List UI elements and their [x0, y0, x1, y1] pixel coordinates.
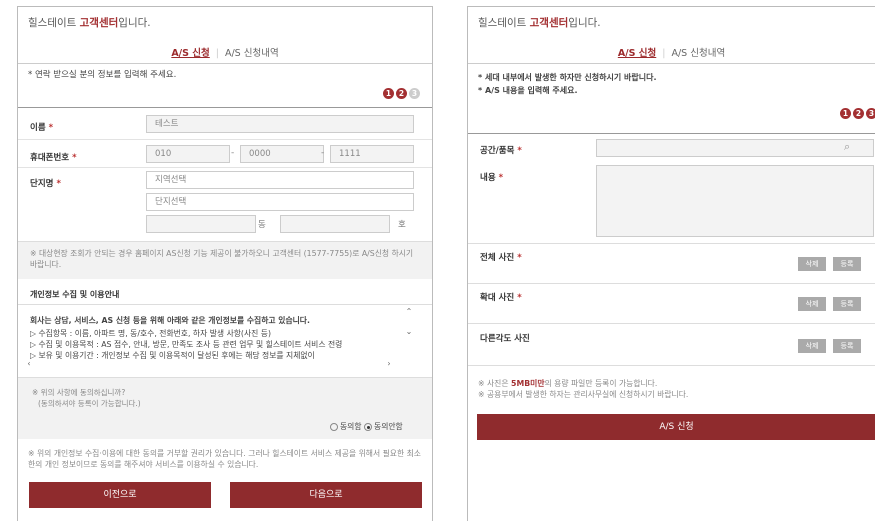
- name-label: 이름 *: [30, 123, 54, 133]
- consent-footer-note: ※ 위의 개인정보 수집·이용에 대한 동의를 거부할 권리가 있습니다. 그러…: [28, 449, 421, 469]
- title-highlight: 고객센터: [529, 17, 569, 29]
- as-content-panel: 힐스테이트 고객센터입니다. A/S 신청 | A/S 신청내역 * 세대 내부에서…: [467, 6, 875, 521]
- tab-as-history[interactable]: A/S 신청내역: [671, 48, 725, 59]
- divider: [18, 139, 432, 140]
- photo-other-register-button[interactable]: 등록: [833, 339, 861, 353]
- photo-other-label: 다른각도 사진: [480, 334, 530, 344]
- step-1: 1: [840, 108, 851, 119]
- tab-as-request[interactable]: A/S 신청: [171, 48, 209, 59]
- privacy-line: 회사는 상담, 서비스, AS 신청 등을 위해 아래와 같은 개인정보를 수집…: [30, 316, 310, 325]
- agree-question-sub: (동의하셔야 등록이 가능합니다.): [38, 399, 141, 408]
- title-highlight: 고객센터: [79, 17, 119, 29]
- page-title: 힐스테이트 고객센터입니다.: [28, 15, 151, 30]
- divider: [468, 365, 875, 366]
- title-prefix: 힐스테이트: [28, 17, 80, 29]
- complex-label: 단지명 *: [30, 179, 61, 189]
- photo-full-register-button[interactable]: 등록: [833, 257, 861, 271]
- contact-info-panel: 힐스테이트 고객센터입니다. A/S 신청 | A/S 신청내역 * 연락 받으실 …: [17, 6, 433, 521]
- space-item-label: 공간/품목 *: [480, 146, 522, 156]
- agree-question: ※ 위의 사항에 동의하십니까?: [32, 388, 126, 397]
- agree-radio-group: 동의함 동의안함: [330, 421, 403, 432]
- step-2: 2: [396, 88, 407, 99]
- tab-bar: A/S 신청 | A/S 신청내역: [171, 48, 279, 59]
- photo-other-delete-button[interactable]: 삭제: [798, 339, 826, 353]
- notice-text: * 연락 받으실 분의 정보를 입력해 주세요.: [28, 70, 177, 80]
- divider: [468, 133, 875, 134]
- phone-field-3[interactable]: 1111: [330, 145, 414, 163]
- phone-label: 휴대폰번호 *: [30, 153, 77, 163]
- notice-text-1: * 세대 내부에서 발생한 하자만 신청하시기 바랍니다.: [478, 73, 657, 82]
- photo-full-delete-button[interactable]: 삭제: [798, 257, 826, 271]
- common-area-note: ※ 공용부에서 발생한 하자는 관리사무실에 신청하시기 바랍니다.: [478, 390, 689, 399]
- ho-unit: 호: [398, 220, 406, 230]
- divider: [468, 323, 875, 324]
- phone-dash: -: [231, 148, 235, 158]
- dong-unit: 동: [258, 220, 266, 230]
- tab-as-history[interactable]: A/S 신청내역: [225, 48, 279, 59]
- agree-yes-option[interactable]: 동의함: [330, 422, 362, 431]
- inquiry-note: ※ 대상현장 조회가 안되는 경우 홈페이지 AS신청 기능 제공이 불가하오니…: [30, 249, 414, 269]
- divider: [468, 283, 875, 284]
- photo-zoom-delete-button[interactable]: 삭제: [798, 297, 826, 311]
- space-item-field[interactable]: [596, 139, 874, 157]
- tab-as-request[interactable]: A/S 신청: [618, 48, 656, 59]
- divider: [18, 107, 432, 108]
- divider: [468, 243, 875, 244]
- step-3: 3: [866, 108, 875, 119]
- tab-bar: A/S 신청 | A/S 신청내역: [617, 48, 726, 59]
- scroll-down-icon[interactable]: ⌄: [402, 327, 416, 336]
- title-suffix: 입니다.: [118, 17, 151, 29]
- dong-field[interactable]: [146, 215, 256, 233]
- scroll-up-icon[interactable]: ⌃: [402, 307, 416, 316]
- complex-select[interactable]: 단지선택: [146, 193, 414, 211]
- next-button[interactable]: 다음으로: [230, 482, 422, 508]
- as-submit-button[interactable]: A/S 신청: [477, 414, 875, 440]
- photo-zoom-register-button[interactable]: 등록: [833, 297, 861, 311]
- privacy-line: ▷ 보유 및 이용기간 : 개인정보 수집 및 이용목적이 달성된 후에는 해당…: [30, 351, 315, 360]
- content-textarea[interactable]: [596, 165, 874, 237]
- phone-dash: -: [321, 148, 325, 158]
- photo-full-label: 전체 사진 *: [480, 253, 522, 263]
- radio-on-icon: [364, 423, 373, 431]
- title-suffix: 입니다.: [568, 17, 601, 29]
- divider: [18, 304, 432, 305]
- scroll-left-icon[interactable]: ‹: [22, 359, 36, 368]
- search-icon[interactable]: ⌕: [844, 140, 850, 154]
- phone-field-2[interactable]: 0000: [240, 145, 324, 163]
- agree-no-option[interactable]: 동의안함: [364, 422, 403, 431]
- photo-zoom-label: 확대 사진 *: [480, 293, 522, 303]
- ho-field[interactable]: [280, 215, 390, 233]
- prev-button[interactable]: 이전으로: [29, 482, 211, 508]
- step-indicator: 1 2 3: [383, 88, 420, 99]
- photo-size-note: ※ 사진은 5MB미만의 용량 파일만 등록이 가능합니다.: [478, 379, 658, 388]
- privacy-title: 개인정보 수집 및 이용안내: [30, 290, 120, 299]
- divider: [18, 167, 432, 168]
- privacy-line: ▷ 수집항목 : 이름, 아파트 명, 동/호수, 전화번호, 하자 발생 사항…: [30, 329, 272, 338]
- phone-field-1[interactable]: 010: [146, 145, 230, 163]
- scroll-right-icon[interactable]: ›: [382, 359, 396, 368]
- divider: [18, 63, 432, 64]
- privacy-text-box[interactable]: 회사는 상담, 서비스, AS 신청 등을 위해 아래와 같은 개인정보를 수집…: [24, 311, 416, 371]
- page-title: 힐스테이트 고객센터입니다.: [478, 15, 601, 30]
- divider: [468, 63, 875, 64]
- radio-off-icon: [330, 423, 338, 431]
- privacy-line: ▷ 수집 및 이용목적 : AS 접수, 안내, 방문, 만족도 조사 등 관련…: [30, 340, 343, 349]
- step-1: 1: [383, 88, 394, 99]
- step-2: 2: [853, 108, 864, 119]
- step-indicator: 1 2 3: [840, 108, 875, 119]
- title-prefix: 힐스테이트: [478, 17, 530, 29]
- name-field[interactable]: 테스트: [146, 115, 414, 133]
- notice-text-2: * A/S 내용을 입력해 주세요.: [478, 86, 578, 95]
- region-select[interactable]: 지역선택: [146, 171, 414, 189]
- step-3: 3: [409, 88, 420, 99]
- content-label: 내용 *: [480, 173, 504, 183]
